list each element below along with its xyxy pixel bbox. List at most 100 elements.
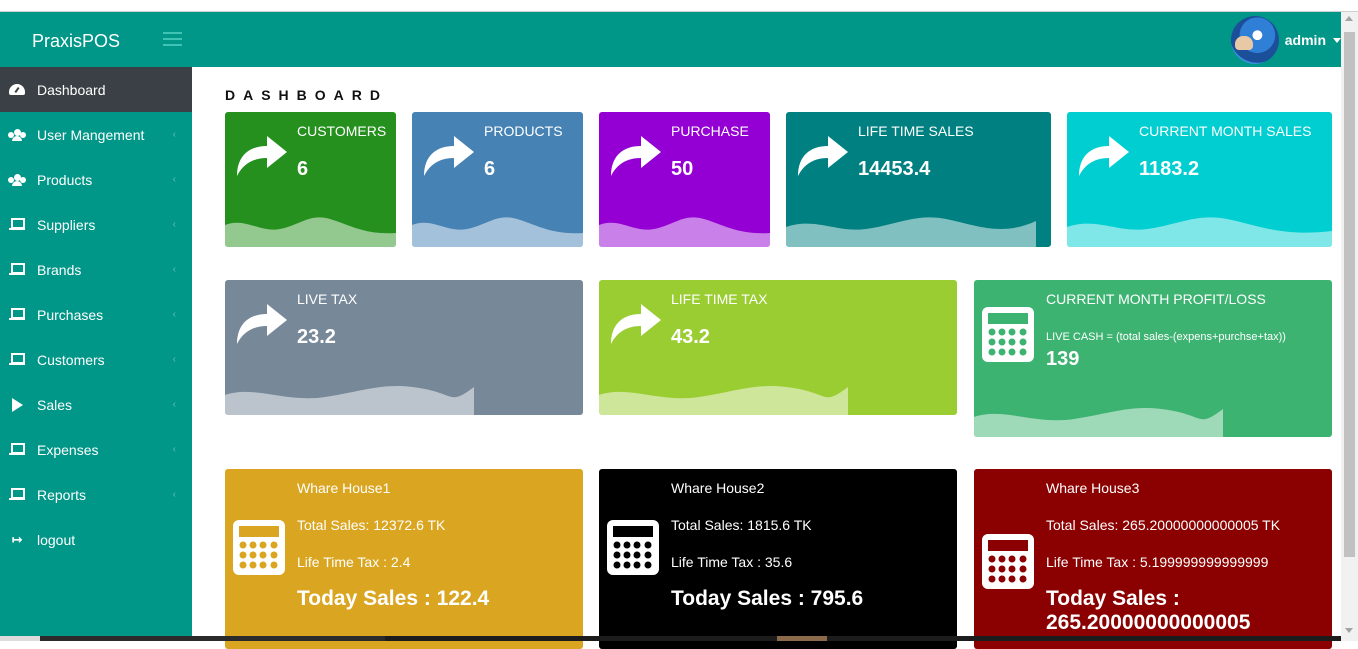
sidebar-item-label: User Mangement: [37, 126, 145, 143]
wave-decoration: [599, 217, 770, 247]
sidebar-item-customers[interactable]: Customers ‹: [0, 337, 192, 382]
stat-card-current-month-sales[interactable]: CURRENT MONTH SALES 1183.2: [1067, 112, 1332, 247]
caret-down-icon[interactable]: [1333, 37, 1341, 43]
stat-label: CURRENT MONTH PROFIT/LOSS: [1046, 291, 1266, 307]
stat-label: PURCHASE: [671, 123, 749, 139]
share-icon: [611, 304, 661, 344]
sidebar-item-label: Purchases: [37, 306, 104, 323]
laptop-icon: [8, 262, 26, 278]
scroll-up-icon[interactable]: [1345, 16, 1353, 21]
stat-card-products[interactable]: PRODUCTS 6: [412, 112, 583, 247]
stat-value: 50: [671, 158, 694, 180]
warehouse-lifetime-tax: Life Time Tax : 5.199999999999999: [1046, 554, 1269, 570]
user-name[interactable]: admin: [1285, 32, 1326, 48]
share-icon: [424, 136, 474, 176]
sidebar: Dashboard User Mangement ‹ Products ‹ Su…: [0, 67, 192, 641]
wave-decoration: [599, 386, 848, 415]
calculator-icon: [982, 307, 1034, 362]
calculator-icon: [607, 520, 659, 575]
sidebar-item-label: Sales: [37, 396, 73, 413]
users-icon: [8, 172, 26, 188]
taskbar-strip: [0, 636, 1341, 641]
chevron-left-icon: ‹: [172, 309, 176, 320]
share-icon: [237, 304, 287, 344]
chevron-left-icon: ‹: [172, 354, 176, 365]
stat-label: CURRENT MONTH SALES: [1139, 123, 1312, 139]
sidebar-item-brands[interactable]: Brands ‹: [0, 247, 192, 292]
sidebar-item-label: Dashboard: [37, 81, 106, 98]
vertical-scrollbar[interactable]: [1341, 12, 1358, 641]
sidebar-item-label: Brands: [37, 261, 82, 278]
warehouse-total-sales: Total Sales: 12372.6 TK: [297, 517, 446, 533]
warehouse-lifetime-tax: Life Time Tax : 2.4: [297, 554, 411, 570]
sidebar-item-reports[interactable]: Reports ‹: [0, 472, 192, 517]
window-top-edge: [0, 0, 1358, 12]
warehouse-today-sales: Today Sales : 795.6: [671, 587, 864, 610]
laptop-icon: [8, 217, 26, 233]
chevron-left-icon: ‹: [172, 399, 176, 410]
avatar[interactable]: [1230, 16, 1279, 64]
laptop-icon: [8, 487, 26, 503]
stat-label: LIFE TIME TAX: [671, 291, 768, 307]
brand-logo[interactable]: PraxisPOS: [32, 31, 120, 52]
user-menu[interactable]: admin: [1230, 16, 1341, 64]
stat-label: PRODUCTS: [484, 123, 563, 139]
scrollbar-thumb[interactable]: [1344, 32, 1355, 557]
main-content: DASHBOARD CUSTOMERS 6 PRODUCTS 6 PURCHAS…: [192, 67, 1341, 649]
warehouse-total-sales: Total Sales: 265.20000000000005 TK: [1046, 517, 1281, 533]
sidebar-item-purchases[interactable]: Purchases ‹: [0, 292, 192, 337]
wave-decoration: [786, 217, 1036, 247]
sidebar-item-expenses[interactable]: Expenses ‹: [0, 427, 192, 472]
laptop-icon: [8, 442, 26, 458]
stat-card-live-tax[interactable]: LIVE TAX 23.2: [225, 280, 583, 415]
share-icon: [1079, 136, 1129, 176]
sidebar-item-products[interactable]: Products ‹: [0, 157, 192, 202]
logout-icon: ↦: [11, 531, 23, 547]
stat-card-purchase[interactable]: PURCHASE 50: [599, 112, 770, 247]
sidebar-item-logout[interactable]: ↦ logout: [0, 517, 192, 562]
stat-value: 139: [1046, 348, 1080, 370]
sidebar-item-suppliers[interactable]: Suppliers ‹: [0, 202, 192, 247]
play-icon: [8, 397, 26, 413]
sidebar-item-label: logout: [37, 531, 76, 548]
wave-decoration: [225, 386, 474, 415]
warehouse-today-sales: Today Sales : 265.20000000000005: [1046, 587, 1251, 634]
stat-value: 23.2: [297, 326, 336, 348]
menu-toggle-icon[interactable]: [163, 32, 182, 46]
warehouse-lifetime-tax: Life Time Tax : 35.6: [671, 554, 793, 570]
share-icon: [798, 136, 848, 176]
dashboard-icon: [8, 82, 26, 98]
stat-value: 43.2: [671, 326, 710, 348]
warehouse-card-3[interactable]: Whare House3 Total Sales: 265.2000000000…: [974, 469, 1332, 649]
warehouse-card-1[interactable]: Whare House1 Total Sales: 12372.6 TK Lif…: [225, 469, 583, 649]
warehouse-name: Whare House1: [297, 480, 391, 496]
warehouse-name: Whare House2: [671, 480, 765, 496]
stat-card-profit-loss[interactable]: CURRENT MONTH PROFIT/LOSS LIVE CASH = (t…: [974, 280, 1332, 437]
wave-decoration: [225, 217, 396, 247]
warehouse-card-2[interactable]: Whare House2 Total Sales: 1815.6 TK Life…: [599, 469, 957, 649]
sidebar-item-sales[interactable]: Sales ‹: [0, 382, 192, 427]
stat-label: LIVE TAX: [297, 291, 358, 307]
warehouse-today-sales: Today Sales : 122.4: [297, 587, 490, 610]
stat-value: 6: [297, 158, 309, 180]
calculator-icon: [982, 534, 1034, 589]
stat-card-lifetime-tax[interactable]: LIFE TIME TAX 43.2: [599, 280, 957, 415]
wave-decoration: [974, 408, 1223, 437]
laptop-icon: [8, 307, 26, 323]
users-icon: [8, 127, 26, 143]
top-navbar: PraxisPOS admin: [0, 12, 1341, 67]
calculator-icon: [233, 520, 285, 575]
share-icon: [611, 136, 661, 176]
stat-value: 6: [484, 158, 496, 180]
stat-card-customers[interactable]: CUSTOMERS 6: [225, 112, 396, 247]
sidebar-item-dashboard[interactable]: Dashboard: [0, 67, 192, 112]
chevron-left-icon: ‹: [172, 444, 176, 455]
share-icon: [237, 136, 287, 176]
laptop-icon: [8, 352, 26, 368]
stat-card-lifetime-sales[interactable]: LIFE TIME SALES 14453.4: [786, 112, 1051, 247]
sidebar-item-user-management[interactable]: User Mangement ‹: [0, 112, 192, 157]
chevron-left-icon: ‹: [172, 219, 176, 230]
stat-label: LIFE TIME SALES: [858, 123, 974, 139]
scroll-down-icon[interactable]: [1345, 628, 1353, 633]
wave-decoration: [412, 217, 583, 247]
